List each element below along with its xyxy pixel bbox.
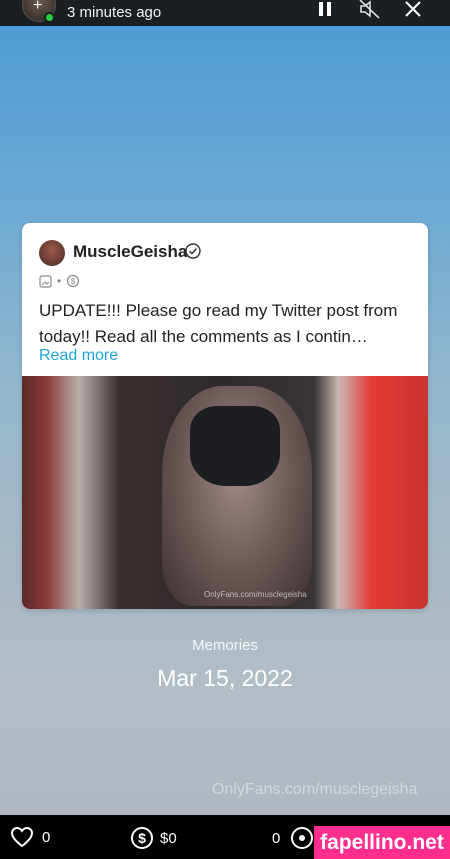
verified-icon bbox=[185, 243, 201, 259]
post-time: 3 minutes ago bbox=[67, 4, 162, 21]
post-image[interactable]: OnlyFans.com/musclegeisha bbox=[22, 376, 428, 609]
plus-icon: + bbox=[33, 0, 43, 14]
image-icon bbox=[39, 274, 52, 288]
tip-button[interactable]: $ $0 bbox=[130, 826, 177, 850]
close-icon bbox=[405, 1, 421, 17]
memories-label: Memories bbox=[192, 637, 258, 654]
shared-post-card[interactable]: MuscleGeisha • $ UPDATE!!! Please go rea… bbox=[22, 223, 428, 609]
post-meta: • $ bbox=[39, 274, 80, 288]
svg-text:$: $ bbox=[138, 830, 146, 846]
post-text: UPDATE!!! Please go read my Twitter post… bbox=[39, 301, 398, 346]
memory-date: Mar 15, 2022 bbox=[157, 665, 293, 691]
view-count: 0 bbox=[272, 829, 281, 847]
svg-text:$: $ bbox=[71, 277, 76, 286]
pause-button[interactable] bbox=[312, 0, 338, 22]
meta-separator: • bbox=[57, 274, 62, 288]
heart-icon bbox=[10, 826, 34, 848]
site-badge: fapellino.net bbox=[314, 826, 450, 859]
mute-button[interactable] bbox=[357, 0, 383, 22]
story-view: + 3 minutes ago MuscleGeisha • $ UPDATE!… bbox=[0, 0, 450, 859]
eye-icon bbox=[291, 827, 314, 849]
mute-icon bbox=[359, 0, 380, 19]
story-header: + 3 minutes ago bbox=[0, 0, 450, 26]
author-avatar[interactable] bbox=[39, 240, 65, 266]
media-watermark: OnlyFans.com/musclegeisha bbox=[204, 590, 307, 599]
tip-amount: $0 bbox=[160, 829, 177, 847]
pause-icon bbox=[319, 2, 331, 16]
like-button[interactable]: 0 bbox=[10, 826, 50, 848]
online-status-dot bbox=[44, 12, 55, 23]
like-count: 0 bbox=[42, 828, 51, 846]
price-icon: $ bbox=[67, 274, 80, 288]
read-more-link[interactable]: Read more bbox=[39, 347, 118, 365]
close-button[interactable] bbox=[400, 0, 426, 22]
views: 0 bbox=[272, 826, 314, 850]
story-watermark: OnlyFans.com/musclegeisha bbox=[212, 781, 418, 798]
dollar-icon: $ bbox=[131, 827, 153, 849]
author-name[interactable]: MuscleGeisha bbox=[73, 242, 187, 262]
photo-garment bbox=[190, 406, 280, 486]
